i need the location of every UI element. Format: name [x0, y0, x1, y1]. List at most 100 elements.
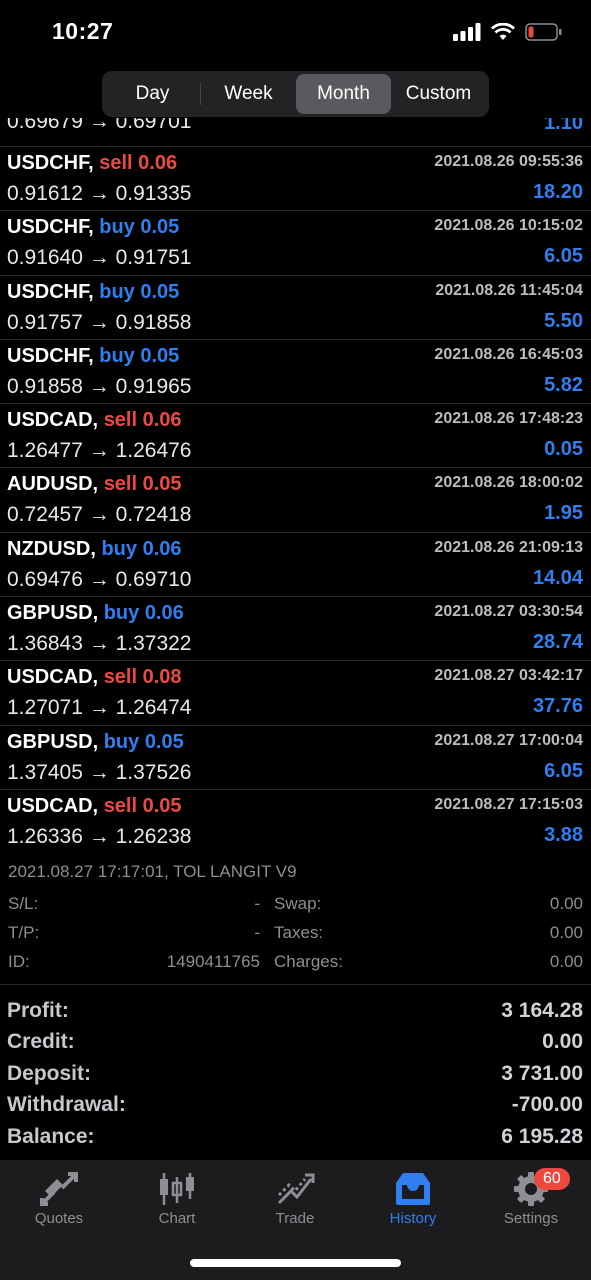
summary-credit: Credit: 0.00 — [0, 1028, 591, 1059]
deal-volume: 0.05 — [144, 730, 184, 753]
deal-time: 2021.08.26 09:55:36 — [434, 153, 583, 170]
deal-symbol: GBPUSD, — [7, 602, 99, 625]
summary-label: Profit: — [7, 999, 69, 1022]
tab-quotes[interactable]: Quotes — [0, 1168, 118, 1238]
deal-header: USDCHF, buy 0.05 — [7, 281, 179, 304]
tab-trade[interactable]: Trade — [236, 1168, 354, 1238]
deal-time: 2021.08.26 10:15:02 — [434, 217, 583, 235]
deal-symbol: USDCHF, — [7, 152, 94, 174]
details-row-tp-taxes: T/P: - Taxes: 0.00 — [0, 923, 591, 951]
deal-symbol: USDCAD, — [7, 409, 99, 432]
tab-settings[interactable]: Settings 60 — [472, 1168, 590, 1238]
deal-header: USDCAD, sell 0.08 — [7, 666, 182, 689]
deal-profit: 1.95 — [544, 502, 583, 525]
deal-volume: 0.06 — [138, 152, 178, 174]
account-summary: Profit: 3 164.28 Credit: 0.00 Deposit: 3… — [0, 997, 591, 1154]
deal-row[interactable]: USDCHF, buy 0.05 0.91858 → 0.91965 2021.08… — [0, 340, 591, 405]
deal-row[interactable]: USDCAD, sell 0.06 1.26477 → 1.26476 2021.0… — [0, 404, 591, 469]
deal-side: sell — [103, 666, 138, 689]
deal-symbol: USDCAD, — [7, 794, 99, 817]
deal-prices: 0.69679 → 0.69701 — [7, 118, 192, 133]
deal-row[interactable]: USDCHF, buy 0.05 0.91640 → 0.91751 2021.08… — [0, 211, 591, 276]
deal-profit: 5.50 — [544, 309, 583, 332]
deal-row[interactable]: USDCAD, sell 0.08 1.27071 → 1.26474 2021.0… — [0, 661, 591, 726]
deal-row[interactable]: USDCHF, buy 0.05 0.91757 → 0.91858 2021.08… — [0, 276, 591, 340]
wifi-icon — [491, 23, 515, 40]
deal-side: buy — [101, 537, 138, 560]
summary-balance: Balance: 6 195.28 — [0, 1123, 591, 1154]
id-value: 1490411765 — [166, 952, 260, 971]
deal-prices: 0.72457 → 0.72418 — [7, 503, 192, 527]
details-row-id-charges: ID: 1490411765 Charges: 0.00 — [0, 952, 591, 980]
deal-side: sell — [103, 473, 138, 496]
deal-time: 2021.08.26 11:45:04 — [435, 281, 583, 299]
deal-header: USDCHF, sell 0.06 — [7, 152, 177, 175]
sl-label: S/L: — [8, 894, 39, 913]
deal-details: 2021.08.27 17:17:01, TOL LANGIT V9 S/L: … — [0, 853, 591, 985]
deal-header: GBPUSD, buy 0.06 — [7, 602, 184, 625]
tab-label: History — [389, 1210, 437, 1227]
deal-time: 2021.08.27 03:30:54 — [434, 603, 583, 621]
deal-volume: 0.05 — [140, 216, 180, 239]
status-bar: 10:27 — [0, 0, 591, 64]
deal-row[interactable]: GBPUSD, buy 0.05 1.37405 → 1.37526 2021.08… — [0, 726, 591, 790]
deals-list[interactable]: 0.69679 → 0.69701 1.10 USDCHF, sell 0.06… — [0, 118, 591, 853]
deal-time: 2021.08.26 17:48:23 — [434, 410, 583, 428]
deal-profit: 5.82 — [544, 373, 583, 396]
tab-label: Chart — [158, 1210, 196, 1227]
summary-value: 3 164.28 — [501, 999, 583, 1022]
swap-label: Swap: — [274, 894, 322, 913]
deal-time: 2021.08.27 17:00:04 — [434, 731, 583, 749]
deal-row[interactable]: NZDUSD, buy 0.06 0.69476 → 0.69710 2021.08… — [0, 533, 591, 598]
summary-deposit: Deposit: 3 731.00 — [0, 1060, 591, 1091]
deal-profit: 6.05 — [544, 759, 583, 782]
deal-profit: 37.76 — [532, 695, 583, 718]
summary-label: Withdrawal: — [7, 1093, 126, 1117]
tab-history[interactable]: History — [354, 1168, 472, 1238]
deal-profit: 28.74 — [532, 631, 583, 654]
deal-prices: 0.91640 → 0.91751 — [7, 246, 192, 270]
trade-icon — [236, 1168, 354, 1210]
deal-prices: 0.91612 → 0.91335 — [7, 182, 192, 205]
tab-custom[interactable]: Custom — [391, 74, 486, 114]
tab-day[interactable]: Day — [105, 74, 200, 114]
summary-value: -700.00 — [511, 1093, 583, 1117]
taxes-label: Taxes: — [274, 923, 324, 942]
deal-symbol: USDCHF, — [7, 216, 94, 239]
deal-side: buy — [103, 730, 140, 753]
deal-header: NZDUSD, buy 0.06 — [7, 538, 182, 561]
swap-value: 0.00 — [549, 894, 583, 913]
deal-volume: 0.05 — [140, 280, 180, 303]
deal-side: buy — [99, 344, 135, 367]
deal-prices: 0.91858 → 0.91965 — [7, 374, 192, 398]
tp-value: - — [254, 923, 260, 942]
deal-header: GBPUSD, buy 0.05 — [7, 731, 184, 754]
home-indicator[interactable] — [190, 1259, 401, 1267]
deal-header: USDCAD, sell 0.06 — [7, 409, 182, 432]
deal-row[interactable]: USDCHF, sell 0.06 0.91612 → 0.91335 2021.0… — [0, 147, 591, 212]
tab-month[interactable]: Month — [296, 74, 391, 114]
deal-side: buy — [103, 602, 140, 625]
deal-row[interactable]: AUDUSD, sell 0.05 0.72457 → 0.72418 2021.0… — [0, 468, 591, 533]
deal-profit: 1.10 — [544, 118, 583, 134]
deal-row[interactable]: GBPUSD, buy 0.06 1.36843 → 1.37322 2021.08… — [0, 597, 591, 662]
tab-week[interactable]: Week — [201, 74, 296, 114]
id-label: ID: — [8, 952, 30, 971]
notification-badge: 60 — [534, 1168, 570, 1190]
tab-label: Settings — [503, 1210, 559, 1227]
deal-volume: 0.06 — [142, 409, 182, 432]
details-row-sl-swap: S/L: - Swap: 0.00 — [0, 894, 591, 922]
deal-row[interactable]: USDCAD, sell 0.05 1.26336 → 1.26238 2021.0… — [0, 790, 591, 853]
summary-profit: Profit: 3 164.28 — [0, 997, 591, 1028]
tab-chart[interactable]: Chart — [118, 1168, 236, 1238]
period-segmented-control: Day Week Month Custom — [102, 71, 489, 117]
summary-value: 6 195.28 — [501, 1124, 583, 1148]
summary-value: 3 731.00 — [501, 1061, 583, 1085]
deal-profit: 14.04 — [532, 566, 583, 589]
tp-label: T/P: — [8, 923, 40, 942]
deal-rows: USDCHF, sell 0.06 0.91612 → 0.91335 2021.0… — [0, 147, 591, 853]
summary-withdrawal: Withdrawal: -700.00 — [0, 1091, 591, 1122]
deal-row-partial[interactable]: 0.69679 → 0.69701 1.10 — [0, 118, 591, 147]
charges-label: Charges: — [274, 952, 343, 971]
tab-label: Trade — [275, 1210, 315, 1227]
